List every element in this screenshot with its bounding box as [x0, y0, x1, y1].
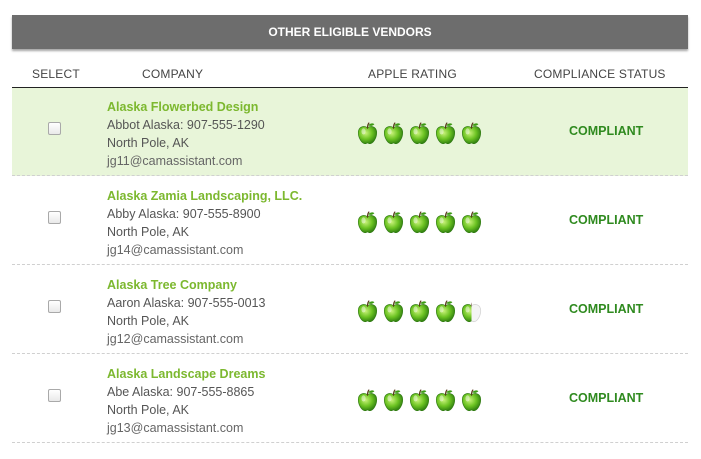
- apple-rating: [355, 299, 484, 324]
- vendor-contact: Abe Alaska: 907-555-8865: [107, 385, 255, 399]
- column-header-rating: APPLE RATING: [368, 67, 457, 81]
- column-header-company: COMPANY: [142, 67, 204, 81]
- vendor-info: Alaska Zamia Landscaping, LLC. Abby Alas…: [107, 187, 302, 259]
- vendor-location: North Pole, AK: [107, 225, 189, 239]
- apple-full-icon: [357, 300, 378, 323]
- vendor-name-link[interactable]: Alaska Landscape Dreams: [107, 365, 265, 383]
- apple-full-icon: [383, 211, 404, 234]
- compliance-status: COMPLIANT: [569, 213, 644, 227]
- vendor-contact: Aaron Alaska: 907-555-0013: [107, 296, 266, 310]
- apple-full-icon: [435, 389, 456, 412]
- vendor-name-link[interactable]: Alaska Zamia Landscaping, LLC.: [107, 187, 302, 205]
- column-header-select: SELECT: [32, 67, 80, 81]
- apple-full-icon: [357, 122, 378, 145]
- apple-full-icon: [409, 389, 430, 412]
- vendor-contact: Abbot Alaska: 907-555-1290: [107, 118, 265, 132]
- apple-full-icon: [409, 300, 430, 323]
- vendor-email: jg11@camassistant.com: [107, 154, 243, 168]
- vendor-row: Alaska Tree Company Aaron Alaska: 907-55…: [12, 266, 688, 354]
- vendor-email: jg14@camassistant.com: [107, 243, 244, 257]
- section-title: OTHER ELIGIBLE VENDORS: [268, 25, 432, 39]
- select-checkbox[interactable]: [48, 389, 61, 402]
- section-title-bar: OTHER ELIGIBLE VENDORS: [12, 15, 688, 49]
- vendor-row: Alaska Landscape Dreams Abe Alaska: 907-…: [12, 355, 688, 443]
- apple-full-icon: [409, 122, 430, 145]
- apple-full-icon: [461, 211, 482, 234]
- vendor-contact: Abby Alaska: 907-555-8900: [107, 207, 261, 221]
- apple-rating: [355, 210, 484, 235]
- apple-full-icon: [461, 122, 482, 145]
- vendor-location: North Pole, AK: [107, 136, 189, 150]
- apple-full-icon: [357, 211, 378, 234]
- select-checkbox[interactable]: [48, 211, 61, 224]
- vendor-row: Alaska Flowerbed Design Abbot Alaska: 90…: [12, 88, 688, 176]
- select-checkbox[interactable]: [48, 122, 61, 135]
- column-header-status: COMPLIANCE STATUS: [534, 67, 666, 81]
- vendor-email: jg13@camassistant.com: [107, 421, 244, 435]
- vendor-name-link[interactable]: Alaska Tree Company: [107, 276, 265, 294]
- apple-full-icon: [383, 122, 404, 145]
- vendor-location: North Pole, AK: [107, 403, 189, 417]
- select-checkbox[interactable]: [48, 300, 61, 313]
- apple-rating: [355, 388, 484, 413]
- compliance-status: COMPLIANT: [569, 124, 644, 138]
- apple-full-icon: [435, 122, 456, 145]
- apple-full-icon: [383, 389, 404, 412]
- vendor-info: Alaska Landscape Dreams Abe Alaska: 907-…: [107, 365, 265, 437]
- apple-half-icon: [461, 302, 482, 323]
- apple-full-icon: [357, 389, 378, 412]
- apple-full-icon: [461, 389, 482, 412]
- compliance-status: COMPLIANT: [569, 391, 644, 405]
- vendor-email: jg12@camassistant.com: [107, 332, 244, 346]
- vendor-info: Alaska Tree Company Aaron Alaska: 907-55…: [107, 276, 265, 348]
- apple-rating: [355, 121, 484, 146]
- apple-full-icon: [435, 211, 456, 234]
- apple-full-icon: [409, 211, 430, 234]
- vendor-info: Alaska Flowerbed Design Abbot Alaska: 90…: [107, 98, 265, 170]
- apple-full-icon: [435, 300, 456, 323]
- vendor-location: North Pole, AK: [107, 314, 189, 328]
- vendor-row: Alaska Zamia Landscaping, LLC. Abby Alas…: [12, 177, 688, 265]
- vendor-name-link[interactable]: Alaska Flowerbed Design: [107, 98, 265, 116]
- compliance-status: COMPLIANT: [569, 302, 644, 316]
- apple-full-icon: [383, 300, 404, 323]
